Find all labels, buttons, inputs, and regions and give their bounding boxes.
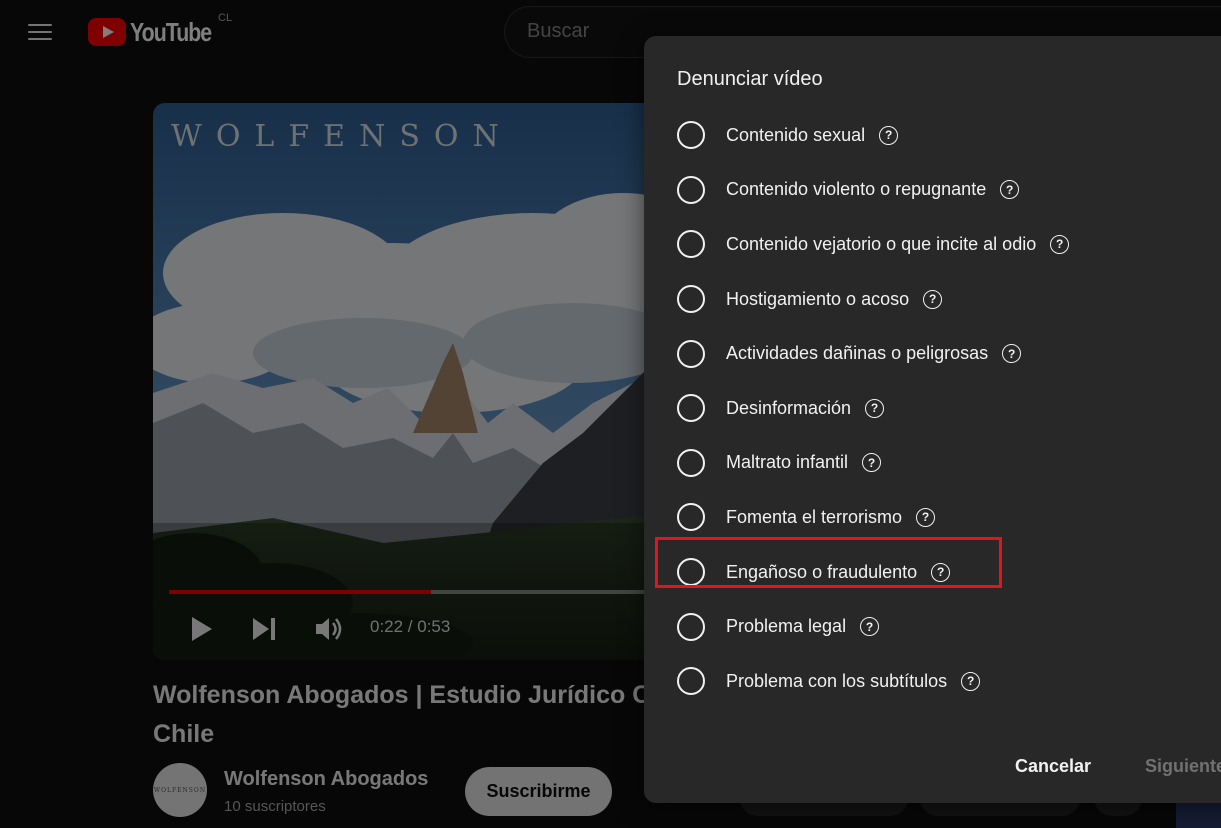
report-options-list: Contenido sexual? Contenido violento o re… xyxy=(677,108,1221,709)
report-option-label: Problema legal xyxy=(726,616,847,637)
report-option[interactable]: Desinformación? xyxy=(677,381,1221,436)
highlight-box xyxy=(655,537,1002,588)
help-icon[interactable]: ? xyxy=(1050,234,1070,254)
help-icon[interactable]: ? xyxy=(916,507,936,527)
report-option[interactable]: Hostigamiento o acoso? xyxy=(677,272,1221,327)
help-icon[interactable]: ? xyxy=(862,453,882,473)
radio-button[interactable] xyxy=(677,612,705,641)
report-option[interactable]: Contenido sexual? xyxy=(677,108,1221,163)
report-option[interactable]: Contenido vejatorio o que incite al odio… xyxy=(677,217,1221,272)
help-icon[interactable]: ? xyxy=(879,125,899,145)
report-option[interactable]: Problema con los subtítulos? xyxy=(677,654,1221,709)
radio-button[interactable] xyxy=(677,285,705,314)
report-option[interactable]: Actividades dañinas o peligrosas? xyxy=(677,326,1221,381)
help-icon[interactable]: ? xyxy=(1002,344,1022,364)
report-option-label: Problema con los subtítulos xyxy=(726,670,948,691)
youtube-page: YouTube CL xyxy=(0,0,1221,828)
cancel-button[interactable]: Cancelar xyxy=(1015,756,1091,777)
report-option-label: Hostigamiento o acoso xyxy=(726,288,910,309)
radio-button[interactable] xyxy=(677,503,705,532)
report-option-label: Fomenta el terrorismo xyxy=(726,506,903,527)
report-option-label: Maltrato infantil xyxy=(726,452,849,473)
report-option-label: Actividades dañinas o peligrosas xyxy=(726,343,989,364)
report-video-dialog: Denunciar vídeo Contenido sexual? Conteni… xyxy=(644,36,1221,803)
radio-button[interactable] xyxy=(677,394,705,423)
help-icon[interactable]: ? xyxy=(860,617,880,637)
radio-button[interactable] xyxy=(677,667,705,696)
help-icon[interactable]: ? xyxy=(1000,180,1020,200)
radio-button[interactable] xyxy=(677,339,705,368)
report-option-label: Desinformación xyxy=(726,397,852,418)
help-icon[interactable]: ? xyxy=(865,398,885,418)
next-button[interactable]: Siguiente xyxy=(1145,756,1221,777)
radio-button[interactable] xyxy=(677,448,705,477)
radio-button[interactable] xyxy=(677,230,705,259)
help-icon[interactable]: ? xyxy=(923,289,943,309)
report-option[interactable]: Maltrato infantil? xyxy=(677,436,1221,491)
report-option-label: Contenido violento o repugnante xyxy=(726,179,987,200)
radio-button[interactable] xyxy=(677,121,705,150)
dialog-title: Denunciar vídeo xyxy=(677,68,823,90)
radio-button[interactable] xyxy=(677,175,705,204)
report-option-label: Contenido vejatorio o que incite al odio xyxy=(726,233,1037,254)
report-option[interactable]: Contenido violento o repugnante? xyxy=(677,163,1221,218)
report-option[interactable]: Problema legal? xyxy=(677,599,1221,654)
help-icon[interactable]: ? xyxy=(961,671,981,691)
report-option-label: Contenido sexual xyxy=(726,124,866,145)
